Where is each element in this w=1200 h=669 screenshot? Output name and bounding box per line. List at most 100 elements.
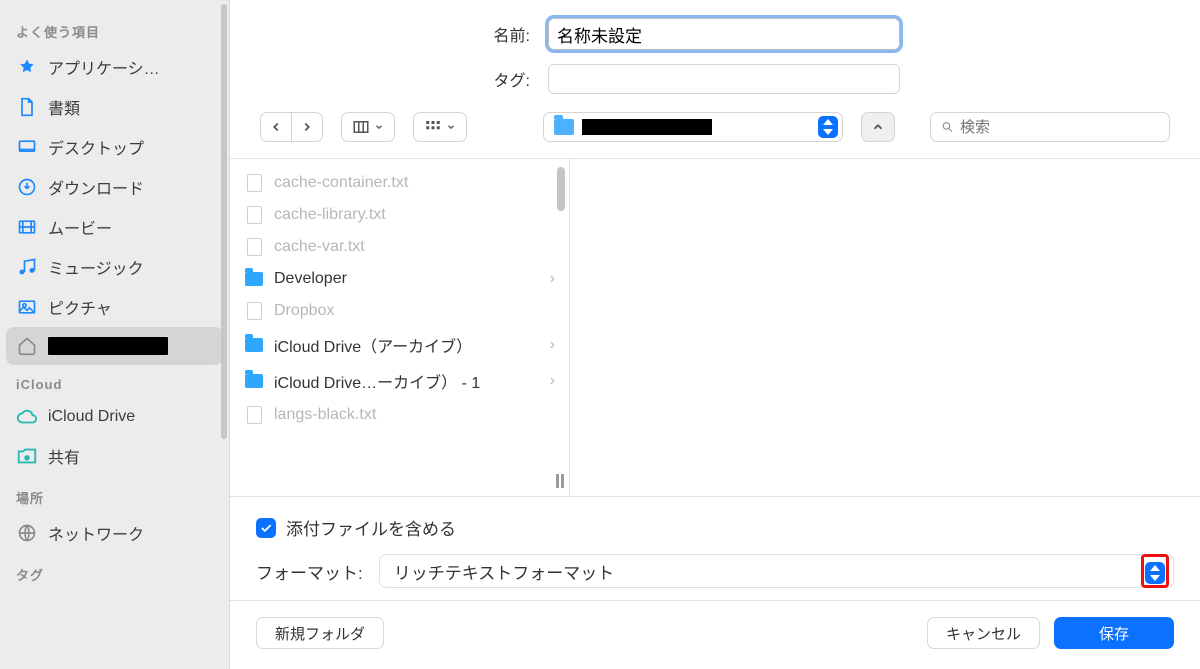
sidebar-item-label: ミュージック <box>48 255 144 279</box>
file-name: iCloud Drive（アーカイブ） <box>274 333 540 357</box>
file-item[interactable]: cache-var.txt <box>230 231 569 263</box>
header: 名前: タグ: <box>230 0 1200 108</box>
sidebar-item-applications[interactable]: アプリケーシ… <box>6 47 223 87</box>
sidebar-item-network[interactable]: ネットワーク <box>6 513 223 553</box>
file-name: iCloud Drive…ーカイブ） - 1 <box>274 369 540 393</box>
chevron-right-icon: › <box>550 372 555 390</box>
folder-icon <box>244 335 264 355</box>
sidebar-item-icloud-drive[interactable]: iCloud Drive <box>6 398 223 436</box>
chevron-right-icon: › <box>550 270 555 288</box>
chevron-right-icon: › <box>550 336 555 354</box>
sidebar-section-locations: 場所 <box>6 476 223 513</box>
sidebar-item-desktop[interactable]: デスクトップ <box>6 127 223 167</box>
file-name: Dropbox <box>274 302 555 320</box>
footer: 新規フォルダ キャンセル 保存 <box>230 600 1200 669</box>
save-button[interactable]: 保存 <box>1054 617 1174 649</box>
document-icon <box>244 405 264 425</box>
downloads-icon <box>16 176 38 198</box>
dropdown-stepper-icon <box>1145 562 1165 584</box>
format-label: フォーマット: <box>256 559 363 584</box>
sidebar-item-shared[interactable]: 共有 <box>6 436 223 476</box>
dropdown-stepper-icon <box>818 116 838 138</box>
group-by-button[interactable] <box>413 112 467 142</box>
document-icon <box>244 237 264 257</box>
file-name: cache-container.txt <box>274 174 555 192</box>
file-item[interactable]: cache-container.txt <box>230 167 569 199</box>
sidebar-item-pictures[interactable]: ピクチャ <box>6 287 223 327</box>
sidebar-scrollbar[interactable] <box>219 0 229 440</box>
resize-handle-icon[interactable] <box>556 474 566 488</box>
sidebar-section-icloud: iCloud <box>6 365 223 398</box>
document-icon <box>244 301 264 321</box>
desktop-icon <box>16 136 38 158</box>
file-item-folder[interactable]: iCloud Drive…ーカイブ） - 1 › <box>230 363 569 399</box>
file-item[interactable]: langs-black.txt <box>230 399 569 431</box>
name-input[interactable] <box>548 18 900 50</box>
sidebar-section-favorites: よく使う項目 <box>6 10 223 47</box>
path-dropdown[interactable] <box>543 112 843 142</box>
tags-input[interactable] <box>548 64 900 94</box>
shared-folder-icon <box>16 445 38 467</box>
include-attachments-checkbox[interactable] <box>256 518 276 538</box>
music-icon <box>16 256 38 278</box>
forward-button[interactable] <box>292 112 323 142</box>
search-field[interactable] <box>930 112 1170 142</box>
document-icon <box>244 205 264 225</box>
sidebar-item-label: ピクチャ <box>48 295 112 319</box>
folder-icon <box>244 371 264 391</box>
file-item-folder[interactable]: Developer › <box>230 263 569 295</box>
folder-icon <box>244 269 264 289</box>
icloud-icon <box>16 406 38 428</box>
tags-label: タグ: <box>260 67 530 91</box>
toolbar <box>230 108 1200 158</box>
column-scrollbar[interactable] <box>557 167 565 211</box>
sidebar-item-label: ネットワーク <box>48 521 144 545</box>
sidebar-item-movies[interactable]: ムービー <box>6 207 223 247</box>
folder-icon <box>554 119 574 135</box>
search-icon <box>941 119 954 135</box>
format-value: リッチテキストフォーマット <box>394 559 615 584</box>
sidebar-item-downloads[interactable]: ダウンロード <box>6 167 223 207</box>
sidebar-item-label: 共有 <box>48 444 80 468</box>
file-browser: cache-container.txt cache-library.txt ca… <box>230 158 1200 496</box>
format-stepper-highlight <box>1141 554 1169 588</box>
sidebar-item-label-redacted <box>48 337 168 355</box>
sidebar-item-documents[interactable]: 書類 <box>6 87 223 127</box>
sidebar-item-music[interactable]: ミュージック <box>6 247 223 287</box>
network-icon <box>16 522 38 544</box>
nav-buttons <box>260 112 323 142</box>
file-name: langs-black.txt <box>274 406 555 424</box>
file-item-folder[interactable]: iCloud Drive（アーカイブ） › <box>230 327 569 363</box>
sidebar-section-tags: タグ <box>6 553 223 590</box>
include-attachments-label: 添付ファイルを含める <box>286 515 456 540</box>
cancel-button[interactable]: キャンセル <box>927 617 1040 649</box>
format-select[interactable]: リッチテキストフォーマット <box>379 554 1174 588</box>
file-column: cache-container.txt cache-library.txt ca… <box>230 159 570 496</box>
search-input[interactable] <box>960 119 1159 136</box>
document-icon <box>16 96 38 118</box>
view-columns-button[interactable] <box>341 112 395 142</box>
applications-icon <box>16 56 38 78</box>
file-item[interactable]: cache-library.txt <box>230 199 569 231</box>
sidebar-item-label: ムービー <box>48 215 112 239</box>
sidebar-item-label: デスクトップ <box>48 135 144 159</box>
home-icon <box>16 335 38 357</box>
file-column-empty <box>570 159 1200 496</box>
sidebar-item-home[interactable] <box>6 327 223 365</box>
file-name: Developer <box>274 270 540 288</box>
file-name: cache-library.txt <box>274 206 555 224</box>
sidebar-item-label: iCloud Drive <box>48 408 135 426</box>
name-label: 名前: <box>260 22 530 46</box>
path-name-redacted <box>582 119 712 135</box>
sidebar-item-label: ダウンロード <box>48 175 144 199</box>
sidebar: よく使う項目 アプリケーシ… 書類 デスクトップ ダウンロード <box>0 0 230 669</box>
sidebar-item-label: 書類 <box>48 95 80 119</box>
save-options: 添付ファイルを含める フォーマット: リッチテキストフォーマット <box>230 496 1200 600</box>
back-button[interactable] <box>260 112 292 142</box>
file-item[interactable]: Dropbox <box>230 295 569 327</box>
document-icon <box>244 173 264 193</box>
collapse-button[interactable] <box>861 112 895 142</box>
pictures-icon <box>16 296 38 318</box>
movies-icon <box>16 216 38 238</box>
new-folder-button[interactable]: 新規フォルダ <box>256 617 384 649</box>
